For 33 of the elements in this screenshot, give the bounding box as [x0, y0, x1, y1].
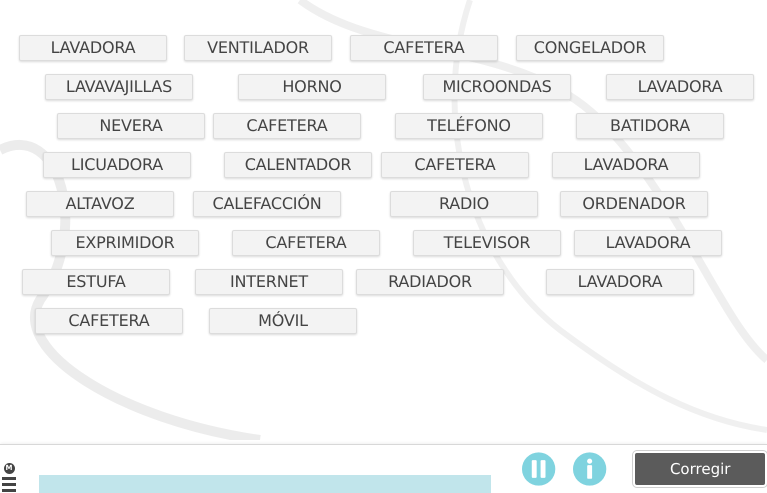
word-tile[interactable]: EXPRIMIDOR — [51, 230, 199, 256]
check-button[interactable]: Corregir — [633, 451, 767, 487]
word-tile[interactable]: CONGELADOR — [516, 35, 664, 61]
word-tile[interactable]: CAFETERA — [35, 308, 183, 334]
word-tile[interactable]: NEVERA — [57, 113, 205, 139]
word-tile[interactable]: HORNO — [238, 74, 386, 100]
word-tile[interactable]: LAVADORA — [19, 35, 167, 61]
word-tile[interactable]: LAVADORA — [552, 152, 700, 178]
word-tile[interactable]: ORDENADOR — [560, 191, 708, 217]
word-tile[interactable]: TELÉFONO — [395, 113, 543, 139]
word-tile[interactable]: VENTILADOR — [184, 35, 332, 61]
word-tile[interactable]: ALTAVOZ — [26, 191, 174, 217]
pause-icon[interactable] — [520, 451, 556, 487]
word-tile[interactable]: CALENTADOR — [224, 152, 372, 178]
word-tile[interactable]: CAFETERA — [232, 230, 380, 256]
word-tile[interactable]: LAVADORA — [606, 74, 754, 100]
info-icon[interactable] — [572, 451, 608, 487]
word-tile[interactable]: ESTUFA — [22, 269, 170, 295]
word-tile[interactable]: RADIADOR — [356, 269, 504, 295]
word-tile[interactable]: CAFETERA — [213, 113, 361, 139]
word-tile[interactable]: LAVADORA — [546, 269, 694, 295]
word-tile[interactable]: LICUADORA — [43, 152, 191, 178]
word-tile[interactable]: CAFETERA — [381, 152, 529, 178]
word-tile[interactable]: MICROONDAS — [423, 74, 571, 100]
word-tile[interactable]: INTERNET — [195, 269, 343, 295]
word-tile[interactable]: TELEVISOR — [413, 230, 561, 256]
word-tile[interactable]: LAVAVAJILLAS — [45, 74, 193, 100]
word-tile[interactable]: BATIDORA — [576, 113, 724, 139]
word-tile[interactable]: RADIO — [390, 191, 538, 217]
word-tile[interactable]: LAVADORA — [574, 230, 722, 256]
word-tile[interactable]: CALEFACCIÓN — [193, 191, 341, 217]
word-tile[interactable]: MÓVIL — [209, 308, 357, 334]
word-tile[interactable]: CAFETERA — [350, 35, 498, 61]
